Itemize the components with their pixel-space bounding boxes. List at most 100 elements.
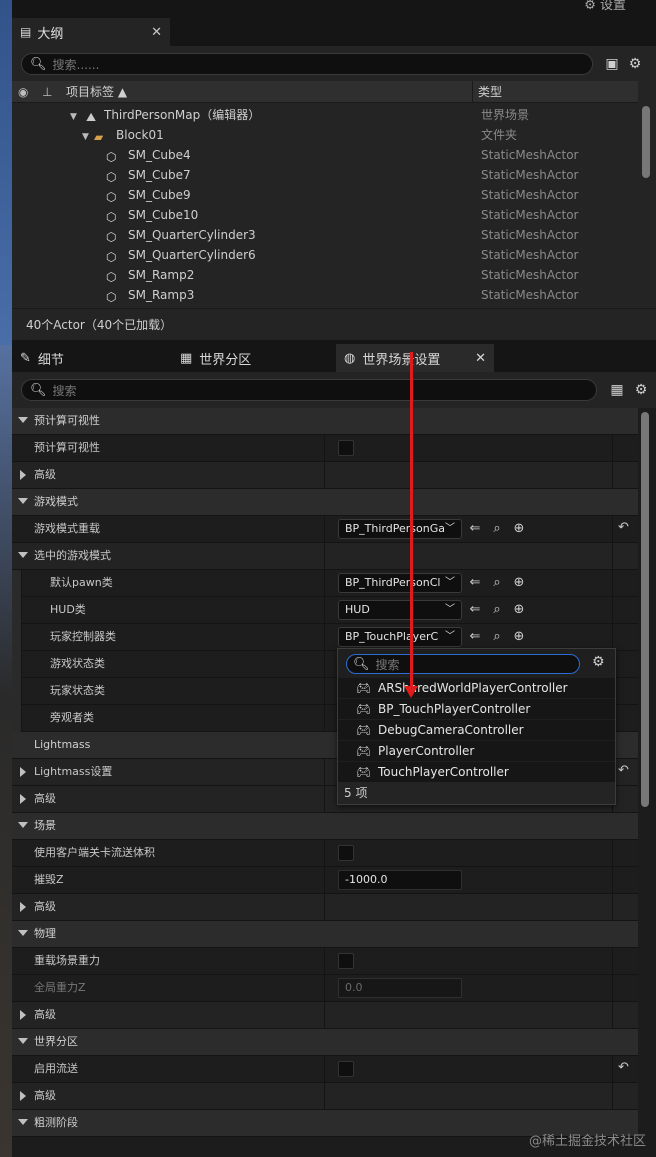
class-combo-box[interactable]: BP_ThirdPersonGa ﹀ <box>338 519 462 539</box>
column-split[interactable] <box>324 597 325 623</box>
top-settings[interactable]: ⚙ 设置 <box>584 0 626 13</box>
class-option[interactable]: 🎮︎ TouchPlayerController <box>338 762 615 783</box>
expand-arrow-icon[interactable]: ▼ <box>70 107 86 123</box>
collapse-arrow-icon[interactable] <box>18 930 28 936</box>
checkbox[interactable] <box>338 953 354 969</box>
collapse-arrow-icon[interactable] <box>18 1038 28 1044</box>
group-row[interactable]: 高级 <box>12 462 638 489</box>
popup-search-input[interactable]: 🔍︎ 搜索 <box>346 654 580 674</box>
column-split[interactable] <box>324 462 325 488</box>
column-split[interactable] <box>324 570 325 596</box>
reset-to-default-icon[interactable]: ↶ <box>618 1060 629 1075</box>
expand-arrow-icon[interactable] <box>20 767 26 777</box>
category-row[interactable]: 世界分区 <box>12 1029 638 1056</box>
group-row[interactable]: 高级 <box>12 1002 638 1029</box>
column-split[interactable] <box>324 1083 325 1109</box>
collapse-arrow-icon[interactable] <box>18 417 28 423</box>
tree-row[interactable]: ⬡ SM_Cube4 StaticMeshActor <box>12 145 638 165</box>
browse-icon[interactable]: ⌕ <box>488 601 506 619</box>
class-combo-box[interactable]: HUD ﹀ <box>338 600 462 620</box>
class-option[interactable]: 🎮︎ PlayerController <box>338 741 615 762</box>
expand-arrow-icon[interactable] <box>20 470 26 480</box>
reset-to-default-icon[interactable]: ↶ <box>618 520 629 535</box>
column-split[interactable] <box>324 705 325 731</box>
browse-icon[interactable]: ⌕ <box>488 574 506 592</box>
details-search-input[interactable]: 🔍︎ 搜索 <box>21 379 597 401</box>
browse-icon[interactable]: ⌕ <box>488 628 506 646</box>
pin-icon[interactable]: ⊥ <box>42 81 52 103</box>
column-split[interactable] <box>324 1056 325 1082</box>
use-selected-icon[interactable]: ⇐ <box>466 520 484 538</box>
collapse-arrow-icon[interactable] <box>18 1119 28 1125</box>
group-row[interactable]: 高级 <box>12 1083 638 1110</box>
category-row[interactable]: 物理 <box>12 921 638 948</box>
tree-row[interactable]: ▼ ⛰ ThirdPersonMap（编辑器） 世界场景 <box>12 105 638 125</box>
column-split[interactable] <box>324 786 325 812</box>
details-scrollbar[interactable] <box>641 412 649 807</box>
column-divider[interactable] <box>472 81 473 103</box>
class-combo-box[interactable]: BP_TouchPlayerC ﹀ <box>338 627 462 647</box>
outliner-scrollbar[interactable] <box>642 106 650 178</box>
column-split[interactable] <box>324 678 325 704</box>
add-icon[interactable]: ⊕ <box>510 601 528 619</box>
category-row[interactable]: 游戏模式 <box>12 489 638 516</box>
checkbox[interactable] <box>338 440 354 456</box>
gear-icon[interactable]: ⚙ <box>632 381 650 399</box>
tree-row[interactable]: ▼ ▰ Block01 文件夹 <box>12 125 638 145</box>
gear-icon[interactable]: ⚙ <box>592 654 605 670</box>
group-row[interactable]: 选中的游戏模式 <box>12 543 638 570</box>
category-row[interactable]: 场景 <box>12 813 638 840</box>
use-selected-icon[interactable]: ⇐ <box>466 574 484 592</box>
gear-icon[interactable]: ⚙ <box>626 55 644 73</box>
column-split[interactable] <box>324 894 325 920</box>
column-split[interactable] <box>324 516 325 542</box>
add-folder-icon[interactable]: ▣ <box>603 55 621 73</box>
column-split[interactable] <box>324 840 325 866</box>
outliner-search-input[interactable]: 🔍︎ 搜索...... <box>21 53 593 75</box>
close-icon[interactable]: ✕ <box>475 351 486 366</box>
checkbox[interactable] <box>338 845 354 861</box>
class-option[interactable]: 🎮︎ ARSharedWorldPlayerController <box>338 678 615 699</box>
tree-row[interactable]: ⬡ SM_Cube9 StaticMeshActor <box>12 185 638 205</box>
checkbox[interactable] <box>338 1061 354 1077</box>
browse-icon[interactable]: ⌕ <box>488 520 506 538</box>
expand-arrow-icon[interactable] <box>20 794 26 804</box>
table-view-icon[interactable]: ▦ <box>608 381 626 399</box>
tab-outliner[interactable]: ▤ 大纲 ✕ <box>12 18 170 46</box>
class-combo-box[interactable]: BP_ThirdPersonCl ﹀ <box>338 573 462 593</box>
class-option[interactable]: 🎮︎ BP_TouchPlayerController <box>338 699 615 720</box>
add-icon[interactable]: ⊕ <box>510 574 528 592</box>
number-field[interactable]: -1000.0 <box>338 870 462 890</box>
eye-icon[interactable]: ◉ <box>18 81 28 103</box>
column-split[interactable] <box>324 435 325 461</box>
close-icon[interactable]: ✕ <box>151 25 162 40</box>
collapse-arrow-icon[interactable] <box>18 498 28 504</box>
expand-arrow-icon[interactable] <box>20 1010 26 1020</box>
column-split[interactable] <box>324 1002 325 1028</box>
collapse-arrow-icon[interactable] <box>18 822 28 828</box>
column-split[interactable] <box>324 975 325 1001</box>
collapse-arrow-icon[interactable] <box>18 552 28 558</box>
class-option[interactable]: 🎮︎ DebugCameraController <box>338 720 615 741</box>
tree-row[interactable]: ⬡ SM_Ramp3 StaticMeshActor <box>12 285 638 305</box>
column-split[interactable] <box>324 759 325 785</box>
column-split[interactable] <box>324 651 325 677</box>
use-selected-icon[interactable]: ⇐ <box>466 628 484 646</box>
category-row[interactable]: 预计算可视性 <box>12 408 638 435</box>
tree-row[interactable]: ⬡ SM_Ramp2 StaticMeshActor <box>12 265 638 285</box>
column-split[interactable] <box>324 867 325 893</box>
column-split[interactable] <box>324 624 325 650</box>
reset-to-default-icon[interactable]: ↶ <box>618 763 629 778</box>
column-split[interactable] <box>324 543 325 569</box>
expand-arrow-icon[interactable] <box>20 1091 26 1101</box>
tree-row[interactable]: ⬡ SM_Cube10 StaticMeshActor <box>12 205 638 225</box>
column-item-label[interactable]: 项目标签 ▲ <box>66 81 127 103</box>
tree-row[interactable]: ⬡ SM_QuarterCylinder3 StaticMeshActor <box>12 225 638 245</box>
expand-arrow-icon[interactable] <box>20 902 26 912</box>
tab-details[interactable]: ✎ 细节 <box>12 344 172 372</box>
column-type[interactable]: 类型 <box>478 81 502 103</box>
column-split[interactable] <box>324 948 325 974</box>
add-icon[interactable]: ⊕ <box>510 628 528 646</box>
tree-row[interactable]: ⬡ SM_Cube7 StaticMeshActor <box>12 165 638 185</box>
tab-world-settings[interactable]: ◍ 世界场景设置 ✕ <box>336 344 494 372</box>
